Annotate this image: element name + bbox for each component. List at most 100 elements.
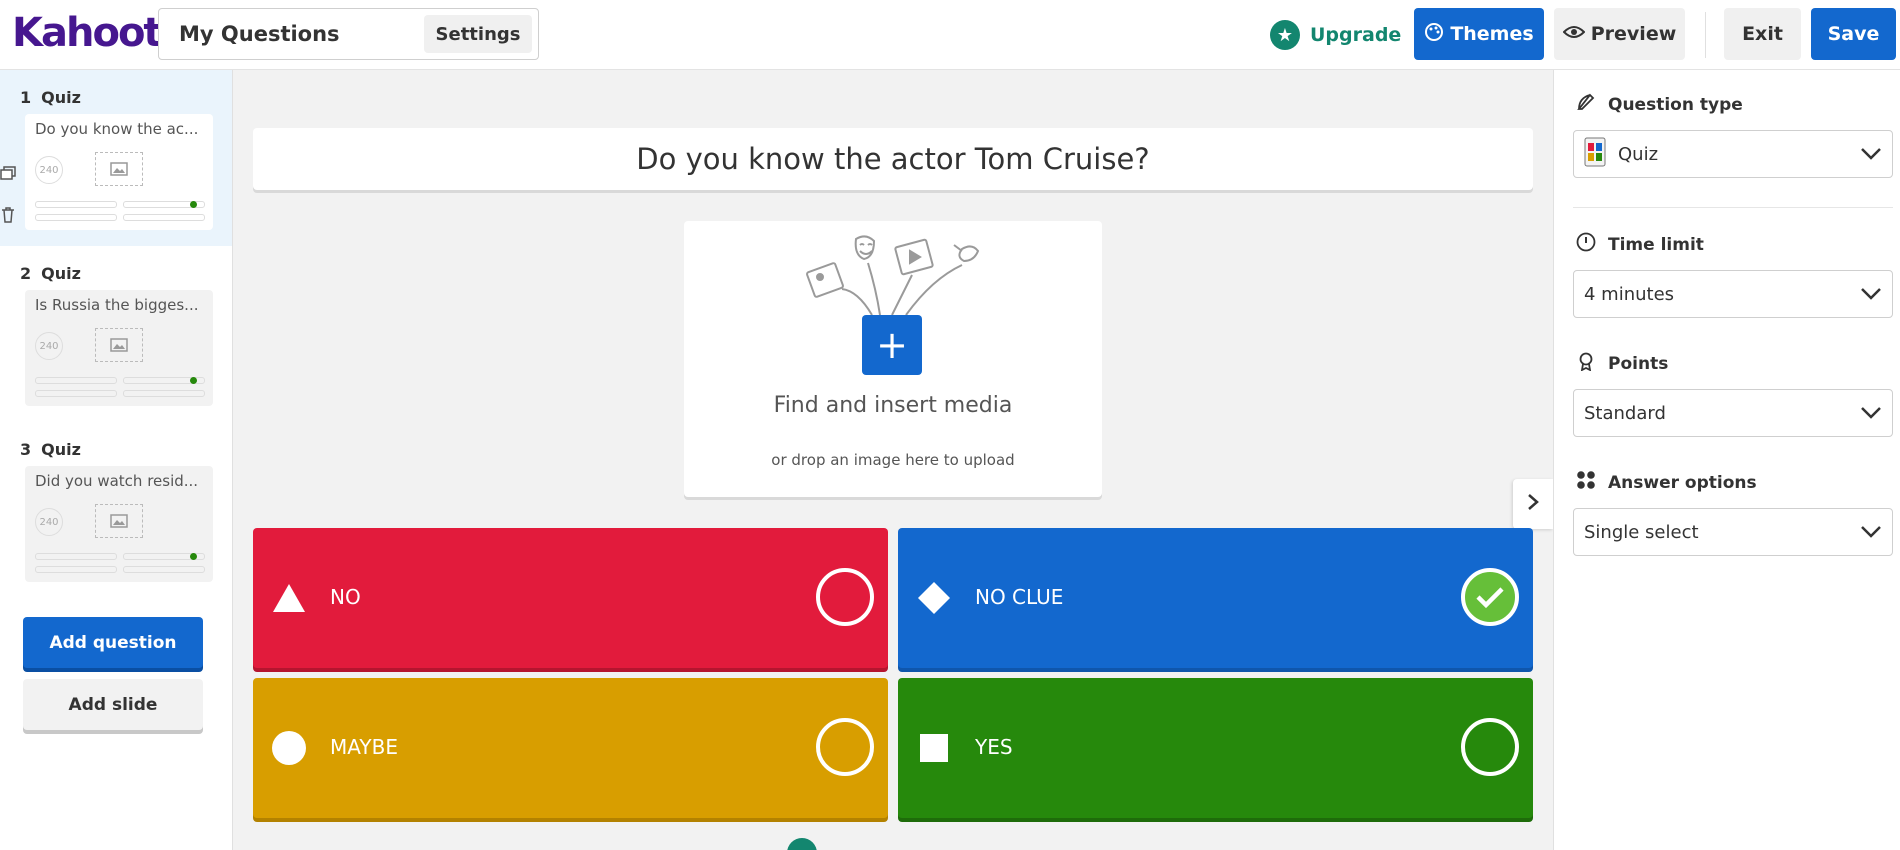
- answer-text[interactable]: NO CLUE: [975, 585, 1063, 609]
- checkmark-icon: [1476, 587, 1504, 609]
- correct-toggle[interactable]: [816, 568, 874, 626]
- slide-question-preview: Is Russia the bigges...: [35, 296, 199, 314]
- settings-button[interactable]: Settings: [424, 15, 532, 53]
- add-more-answers-button[interactable]: [787, 838, 817, 850]
- add-question-button[interactable]: Add question: [23, 617, 203, 668]
- add-slide-button[interactable]: Add slide: [23, 679, 203, 730]
- slide-type: Quiz: [41, 264, 81, 283]
- answer-placeholder: [35, 201, 117, 208]
- circle-icon: [271, 730, 307, 766]
- answer-placeholder: [35, 214, 117, 221]
- slides-sidebar: 1 Quiz Do you know the ac... 240 2 Quiz Is…: [0, 70, 233, 850]
- time-limit-select[interactable]: 4 minutes: [1573, 270, 1893, 318]
- answer-placeholder: [35, 553, 117, 560]
- answer-options-label: Answer options: [1608, 472, 1757, 493]
- media-dropzone[interactable]: + Find and insert media or drop an image…: [684, 221, 1102, 497]
- upgrade-button[interactable]: ★ Upgrade: [1270, 18, 1401, 52]
- divider: [1705, 12, 1706, 58]
- image-icon: [95, 504, 143, 538]
- slide-number: 1: [20, 88, 32, 107]
- clock-icon: [1576, 232, 1596, 257]
- answer-options-select[interactable]: Single select: [1573, 508, 1893, 556]
- quiz-type-icon: [1584, 137, 1606, 172]
- points-label: Points: [1608, 353, 1669, 374]
- image-icon: [95, 328, 143, 362]
- answer-text[interactable]: MAYBE: [330, 735, 398, 759]
- image-icon: [95, 152, 143, 186]
- duplicate-icon[interactable]: [0, 165, 16, 184]
- correct-dot: [190, 377, 197, 384]
- slide-header: 1 Quiz: [20, 88, 81, 107]
- slide-timer: 240: [35, 332, 63, 360]
- add-media-button[interactable]: +: [862, 315, 922, 375]
- question-type-label: Question type: [1608, 94, 1743, 115]
- answer-text[interactable]: YES: [975, 735, 1013, 759]
- answer-option-3[interactable]: MAYBE: [253, 678, 888, 818]
- kahoot-title[interactable]: My Questions: [179, 22, 340, 46]
- slide-item[interactable]: 2 Quiz Is Russia the bigges... 240: [0, 246, 232, 422]
- expand-panel-button[interactable]: [1513, 479, 1553, 529]
- question-input[interactable]: Do you know the actor Tom Cruise?: [253, 128, 1533, 190]
- preview-label: Preview: [1590, 23, 1677, 45]
- correct-toggle[interactable]: [1461, 568, 1519, 626]
- kahoot-title-field[interactable]: My Questions Settings: [158, 8, 539, 60]
- question-settings-panel: Question type Quiz Time limit 4 minutes …: [1553, 70, 1900, 850]
- points-value: Standard: [1584, 402, 1666, 424]
- medal-icon: [1576, 351, 1596, 376]
- correct-toggle[interactable]: [816, 718, 874, 776]
- slide-question-preview: Do you know the ac...: [35, 120, 199, 138]
- chevron-down-icon: [1860, 145, 1882, 166]
- slide-thumbnail[interactable]: Did you watch resid... 240: [25, 466, 213, 582]
- correct-dot: [190, 201, 197, 208]
- palette-icon: [1424, 22, 1444, 47]
- exit-button[interactable]: Exit: [1724, 8, 1801, 60]
- question-type-value: Quiz: [1618, 143, 1659, 165]
- slide-item[interactable]: 3 Quiz Did you watch resid... 240: [0, 422, 232, 598]
- shapes-icon: [1576, 92, 1596, 117]
- divider: [1573, 207, 1893, 208]
- slide-thumbnail[interactable]: Do you know the ac... 240: [25, 114, 213, 230]
- square-icon: [916, 730, 952, 766]
- points-select[interactable]: Standard: [1573, 389, 1893, 437]
- chevron-right-icon: [1526, 492, 1540, 516]
- answer-option-2[interactable]: NO CLUE: [898, 528, 1533, 668]
- answer-placeholder: [35, 566, 117, 573]
- slide-header: 2 Quiz: [20, 264, 81, 283]
- chevron-down-icon: [1860, 404, 1882, 425]
- slide-type: Quiz: [41, 88, 81, 107]
- chevron-down-icon: [1860, 523, 1882, 544]
- upgrade-label: Upgrade: [1310, 24, 1402, 46]
- slide-number: 2: [20, 264, 32, 283]
- question-type-select[interactable]: Quiz: [1573, 130, 1893, 178]
- answer-option-1[interactable]: NO: [253, 528, 888, 668]
- media-subtitle: or drop an image here to upload: [771, 451, 1015, 469]
- save-button[interactable]: Save: [1811, 8, 1896, 60]
- answer-options-heading: Answer options: [1576, 470, 1757, 495]
- star-icon: ★: [1270, 20, 1300, 50]
- kahoot-logo[interactable]: Kahoot!: [12, 10, 179, 56]
- slide-timer: 240: [35, 156, 63, 184]
- trash-icon[interactable]: [1, 207, 15, 227]
- answer-placeholder: [35, 377, 117, 384]
- points-heading: Points: [1576, 351, 1668, 376]
- diamond-icon: [916, 580, 952, 616]
- slide-type: Quiz: [41, 440, 81, 459]
- answer-placeholder: [35, 390, 117, 397]
- themes-button[interactable]: Themes: [1414, 8, 1544, 60]
- time-limit-label: Time limit: [1608, 234, 1704, 255]
- answer-placeholder: [123, 214, 205, 221]
- top-bar: Kahoot! My Questions Settings ★ Upgrade …: [0, 0, 1900, 70]
- media-title: Find and insert media: [773, 393, 1013, 418]
- answer-placeholder: [123, 566, 205, 573]
- answer-text[interactable]: NO: [330, 585, 361, 609]
- correct-toggle[interactable]: [1461, 718, 1519, 776]
- answer-option-4[interactable]: YES: [898, 678, 1533, 818]
- time-limit-value: 4 minutes: [1584, 283, 1675, 305]
- triangle-icon: [271, 580, 307, 616]
- question-type-heading: Question type: [1576, 92, 1743, 117]
- slide-thumbnail[interactable]: Is Russia the bigges... 240: [25, 290, 213, 406]
- slide-item[interactable]: 1 Quiz Do you know the ac... 240: [0, 70, 232, 246]
- preview-button[interactable]: Preview: [1554, 8, 1685, 60]
- answer-options-value: Single select: [1584, 521, 1699, 543]
- slide-timer: 240: [35, 508, 63, 536]
